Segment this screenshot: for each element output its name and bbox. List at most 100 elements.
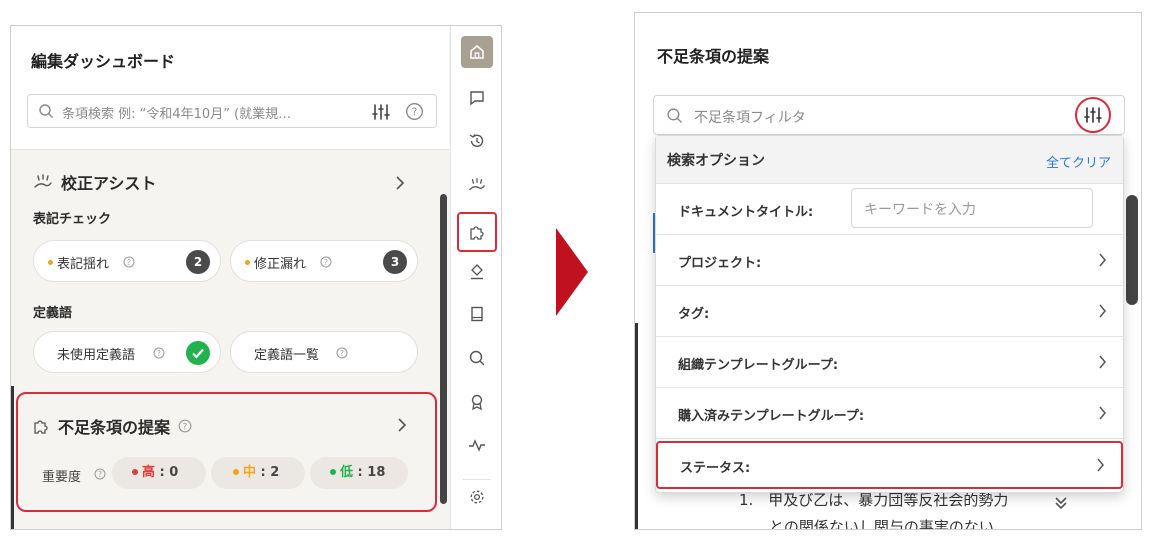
edge-divider bbox=[635, 323, 638, 529]
transition-arrow bbox=[556, 228, 588, 316]
project-filter-label: プロジェクト: bbox=[678, 256, 762, 271]
proofreading-assist-title: 校正アシスト bbox=[61, 174, 157, 193]
history-icon[interactable] bbox=[461, 125, 493, 157]
document-title-placeholder: キーワードを入力 bbox=[864, 202, 976, 218]
search-options-dropdown: 検索オプション 全てクリア ドキュメントタイトル: キーワードを入力 プロジェク… bbox=[655, 135, 1124, 493]
assist-icon bbox=[34, 174, 52, 188]
assist-icon[interactable] bbox=[461, 169, 493, 201]
help-icon: ? bbox=[94, 468, 106, 480]
purchased-template-group-label: 購入済みテンプレートグループ: bbox=[678, 409, 865, 424]
activity-icon[interactable] bbox=[461, 429, 493, 461]
document-title-row: ドキュメントタイトル: キーワードを入力 bbox=[656, 184, 1123, 235]
severity-high-label: 高 bbox=[142, 465, 156, 480]
definitions-list-label: 定義語一覧 bbox=[254, 348, 320, 363]
definitions-list-pill[interactable]: 定義語一覧 ? bbox=[230, 331, 418, 373]
search-icon bbox=[667, 108, 682, 123]
missing-clauses-panel: 不足条項の提案 不足条項フィルタ 1. 甲及び乙は、暴力団等反社会的勢力 との関… bbox=[634, 12, 1142, 530]
unused-definitions-label: 未使用定義語 bbox=[57, 348, 136, 363]
chevron-right-icon bbox=[1099, 253, 1106, 267]
panel-title: 不足条項の提案 bbox=[657, 47, 770, 66]
org-template-group-row[interactable]: 組織テンプレートグループ: bbox=[656, 337, 1123, 388]
home-icon[interactable] bbox=[461, 36, 493, 68]
severity-low-label: 低 bbox=[340, 465, 354, 480]
svg-text:?: ? bbox=[98, 470, 102, 479]
missing-clauses-header: 不足条項の提案 ? bbox=[32, 414, 192, 438]
missed-fix-label: 修正漏れ bbox=[254, 257, 307, 272]
status-filter-row[interactable]: ステータス: bbox=[656, 441, 1123, 489]
help-icon[interactable]: ? bbox=[405, 102, 424, 121]
chevron-right-icon bbox=[1099, 304, 1106, 318]
edge-divider bbox=[11, 386, 14, 529]
definitions-label: 定義語 bbox=[33, 306, 73, 321]
severity-medium-label: 中 bbox=[243, 465, 257, 480]
clause-search-input[interactable]: 条項検索 例: “令和4年10月” (就業規… ? bbox=[27, 94, 437, 128]
comment-icon[interactable] bbox=[461, 82, 493, 114]
clause-filter-input[interactable]: 不足条項フィルタ bbox=[653, 95, 1125, 135]
editing-dashboard-panel: 編集ダッシュボード 条項検索 例: “令和4年10月” (就業規… ? 校正アシ… bbox=[10, 25, 502, 530]
tag-filter-row[interactable]: タグ: bbox=[656, 286, 1123, 337]
purchased-template-group-row[interactable]: 購入済みテンプレートグループ: bbox=[656, 388, 1123, 439]
chevron-right-icon bbox=[1099, 355, 1106, 369]
double-chevron-down-icon[interactable] bbox=[1053, 495, 1069, 511]
notation-check-label: 表記チェック bbox=[33, 212, 112, 227]
help-icon: ? bbox=[336, 347, 348, 359]
scrollbar[interactable] bbox=[440, 194, 447, 504]
severity-high-pill[interactable]: 高 : 0 bbox=[112, 457, 206, 489]
search-options-title: 検索オプション bbox=[667, 153, 765, 169]
search-icon bbox=[39, 104, 53, 118]
scrollbar[interactable] bbox=[1126, 195, 1138, 305]
chevron-right-icon[interactable] bbox=[397, 418, 407, 432]
notation-inconsistency-pill[interactable]: 表記揺れ ? 2 bbox=[33, 240, 221, 282]
help-icon: ? bbox=[320, 256, 332, 268]
status-filter-label: ステータス: bbox=[680, 461, 751, 476]
status-dot bbox=[48, 260, 53, 265]
clear-all-link[interactable]: 全てクリア bbox=[1046, 152, 1111, 171]
severity-low-pill[interactable]: 低 : 18 bbox=[310, 457, 408, 489]
clause-filter-placeholder: 不足条項フィルタ bbox=[694, 110, 806, 126]
dashboard-header: 編集ダッシュボード 条項検索 例: “令和4年10月” (就業規… ? bbox=[11, 26, 449, 150]
missing-clauses-title: 不足条項の提案 bbox=[58, 418, 171, 437]
severity-low-dot bbox=[330, 468, 336, 475]
org-template-group-label: 組織テンプレートグループ: bbox=[678, 358, 839, 373]
clause-search-placeholder: 条項検索 例: “令和4年10月” (就業規… bbox=[62, 107, 292, 122]
filter-sliders-icon[interactable] bbox=[371, 102, 391, 122]
unused-definitions-pill[interactable]: 未使用定義語 ? bbox=[33, 331, 221, 373]
severity-low-value: : 18 bbox=[357, 465, 386, 480]
dashboard-title: 編集ダッシュボード bbox=[31, 52, 176, 71]
svg-text:?: ? bbox=[340, 349, 344, 358]
missed-fix-pill[interactable]: 修正漏れ ? 3 bbox=[230, 240, 418, 282]
dashboard-main: 編集ダッシュボード 条項検索 例: “令和4年10月” (就業規… ? 校正アシ… bbox=[11, 26, 449, 529]
check-icon bbox=[186, 341, 210, 365]
rail-divider bbox=[463, 479, 491, 480]
filter-options-button[interactable] bbox=[1075, 97, 1111, 133]
search-options-header: 検索オプション 全てクリア bbox=[656, 136, 1123, 184]
award-icon[interactable] bbox=[461, 386, 493, 418]
chevron-right-icon[interactable] bbox=[395, 176, 405, 190]
svg-text:?: ? bbox=[324, 258, 328, 267]
help-icon: ? bbox=[178, 419, 192, 433]
severity-label: 重要度 bbox=[42, 470, 82, 485]
book-icon[interactable] bbox=[461, 298, 493, 330]
stamp-icon[interactable] bbox=[461, 256, 493, 288]
puzzle-icon bbox=[34, 420, 48, 434]
missing-clauses-card[interactable]: 不足条項の提案 ? 重要度 ? 高 : 0 中 : 2 低 : 18 bbox=[16, 392, 437, 512]
svg-text:?: ? bbox=[127, 258, 131, 267]
severity-high-dot bbox=[132, 468, 138, 475]
proofreading-assist-header[interactable]: 校正アシスト bbox=[33, 170, 156, 194]
puzzle-icon[interactable] bbox=[457, 212, 497, 252]
icon-rail bbox=[450, 26, 501, 529]
svg-text:?: ? bbox=[183, 422, 188, 432]
settings-icon[interactable] bbox=[461, 481, 493, 513]
clause-text-line-2: との関係ないし関与の事実のない bbox=[769, 518, 994, 530]
document-title-input[interactable]: キーワードを入力 bbox=[851, 188, 1093, 228]
svg-text:?: ? bbox=[157, 349, 161, 358]
help-icon: ? bbox=[123, 256, 135, 268]
severity-high-value: : 0 bbox=[159, 465, 179, 480]
notation-inconsistency-label: 表記揺れ bbox=[57, 257, 110, 272]
severity-medium-pill[interactable]: 中 : 2 bbox=[211, 457, 305, 489]
chevron-right-icon bbox=[1099, 406, 1106, 420]
project-filter-row[interactable]: プロジェクト: bbox=[656, 235, 1123, 286]
tag-filter-label: タグ: bbox=[678, 307, 710, 322]
search-icon[interactable] bbox=[461, 342, 493, 374]
status-dot bbox=[245, 260, 250, 265]
